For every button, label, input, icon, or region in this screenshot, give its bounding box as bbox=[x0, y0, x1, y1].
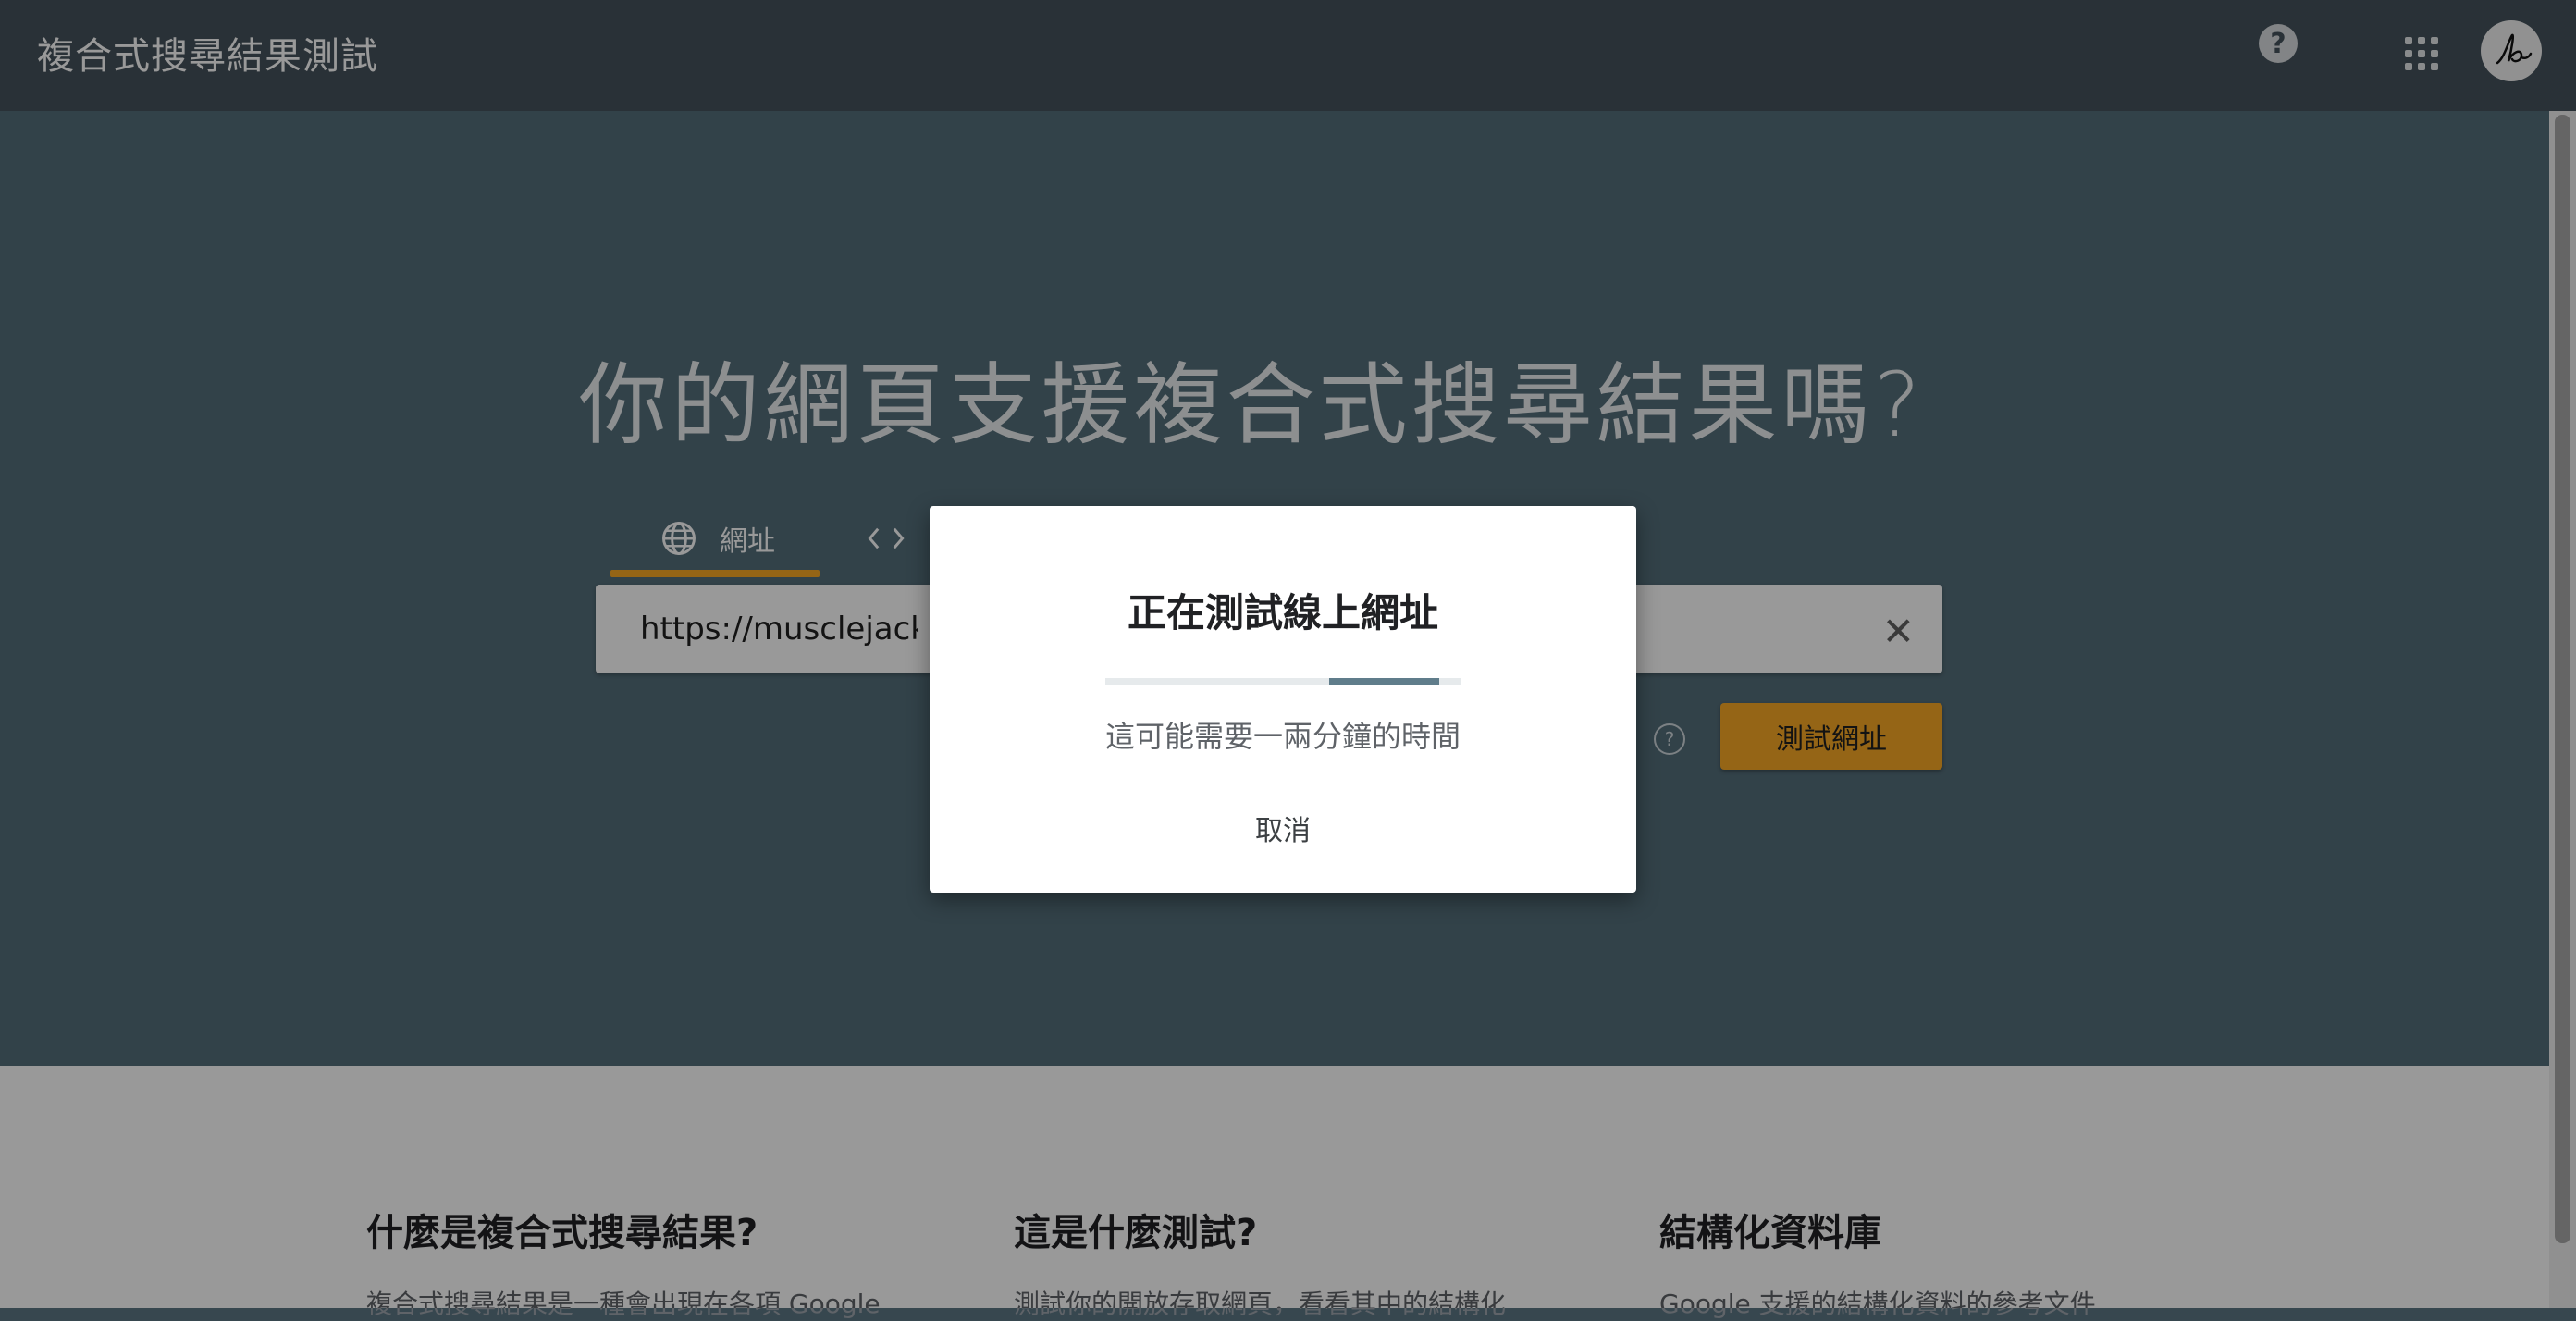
progress-bar-fill bbox=[1328, 678, 1439, 685]
cancel-button[interactable]: 取消 bbox=[1227, 800, 1338, 856]
dialog-subtitle: 這可能需要一兩分鐘的時間 bbox=[1104, 719, 1461, 754]
progress-bar bbox=[1105, 678, 1461, 685]
dialog-title: 正在測試線上網址 bbox=[1127, 590, 1438, 636]
testing-dialog: 正在測試線上網址 這可能需要一兩分鐘的時間 取消 bbox=[930, 506, 1636, 893]
